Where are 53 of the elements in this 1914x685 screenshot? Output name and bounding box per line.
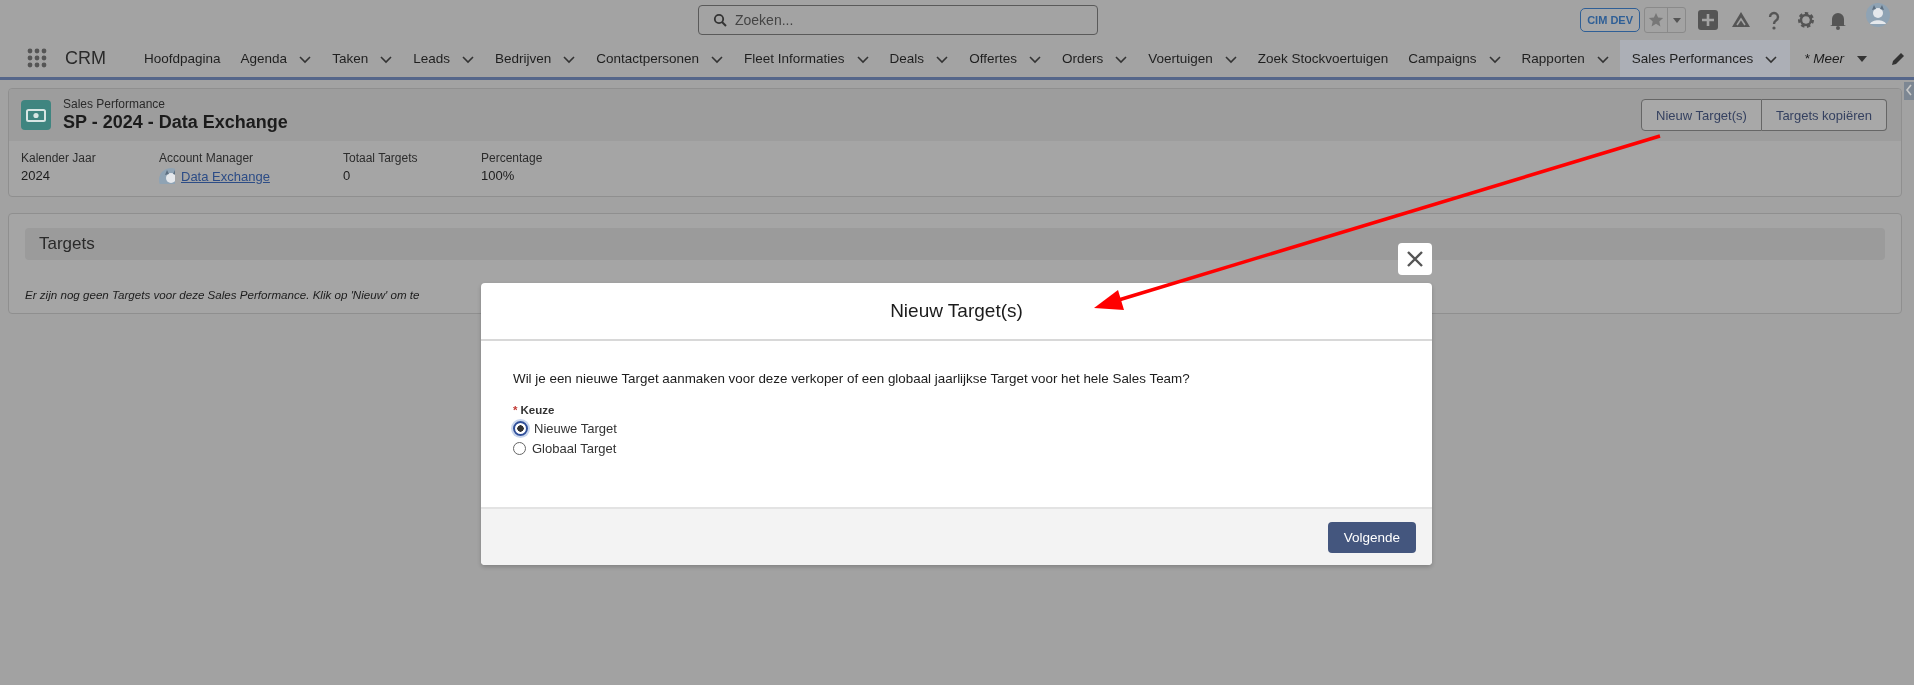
field-value: 100%	[481, 168, 516, 183]
nav-tab[interactable]: Fleet Informaties	[734, 40, 880, 77]
nav-tab[interactable]: Bedrijven	[484, 40, 587, 77]
action-button[interactable]: Targets kopiëren	[1761, 99, 1887, 131]
next-button[interactable]: Volgende	[1327, 521, 1416, 553]
bell-icon[interactable]	[1828, 10, 1848, 30]
field-label: Percentage	[481, 151, 544, 165]
nav-tab[interactable]: Hoofdpagina	[134, 40, 231, 77]
pencil-icon[interactable]	[1890, 51, 1905, 66]
search-icon	[713, 13, 727, 27]
search-field[interactable]: Zoeken...	[698, 5, 1098, 35]
close-button[interactable]	[1398, 243, 1432, 275]
empty-message: Er zijn nog geen Targets voor deze Sales Performance. Klik op 'Nieuw' om te	[25, 288, 421, 301]
nav-tab[interactable]: Offertes	[959, 40, 1052, 77]
field-label: Totaal Targets	[343, 151, 419, 165]
nav-tab[interactable]: Zoek Stockvoertuigen	[1247, 40, 1399, 77]
field-label: Keuze	[520, 404, 555, 416]
record-title: SP - 2024 - Data Exchange	[63, 112, 288, 133]
nav-tab[interactable]: Agenda	[230, 40, 323, 77]
app-name: CRM	[65, 48, 106, 69]
field-label: Kalender Jaar	[21, 151, 97, 165]
field-value: 2024	[21, 168, 51, 183]
question-text: Wil je een nieuwe Target aanmaken voor deze verkoper of een globaal jaarlijkse Target voor het hele Sales Team?	[513, 371, 1191, 386]
related-list-title: Targets	[39, 234, 95, 254]
modal-title: Nieuw Target(s)	[890, 300, 1023, 322]
field-label: Account Manager	[159, 151, 255, 165]
nav-tab[interactable]: Contactpersonen	[586, 40, 735, 77]
caret-icon[interactable]	[1856, 54, 1868, 63]
app-launcher-icon[interactable]	[27, 47, 49, 70]
money-icon	[21, 100, 51, 130]
more-tab[interactable]: * Meer	[1804, 51, 1844, 66]
nav-tab[interactable]: Leads	[403, 40, 485, 77]
nav-tab[interactable]: Deals	[879, 40, 960, 77]
plus-icon[interactable]	[1698, 10, 1718, 30]
nav-tab[interactable]: Voertuigen	[1138, 40, 1248, 77]
nav-tab[interactable]: Taken	[322, 40, 404, 77]
user-link[interactable]: Data Exchange	[181, 168, 270, 184]
mountain-icon[interactable]	[1730, 10, 1752, 30]
nav-tab[interactable]: Rapporten	[1511, 40, 1620, 77]
nav-tab[interactable]: Orders	[1051, 40, 1139, 77]
nav-tab[interactable]: Campaigns	[1398, 40, 1512, 77]
nav-tab[interactable]: Sales Performances	[1619, 40, 1791, 77]
user-avatar-icon	[159, 168, 175, 184]
settings-icon[interactable]	[1796, 10, 1816, 30]
object-label: Sales Performance	[63, 97, 167, 111]
radio-button[interactable]	[513, 442, 526, 455]
option-label[interactable]: Globaal Target	[532, 441, 617, 456]
option-label[interactable]: Nieuwe Target	[534, 421, 617, 436]
close-icon	[1406, 250, 1424, 268]
action-button[interactable]: Nieuw Target(s)	[1641, 99, 1762, 131]
required-mark: *	[513, 404, 518, 416]
field-value: 0	[343, 168, 352, 183]
radio-button[interactable]	[513, 421, 528, 436]
